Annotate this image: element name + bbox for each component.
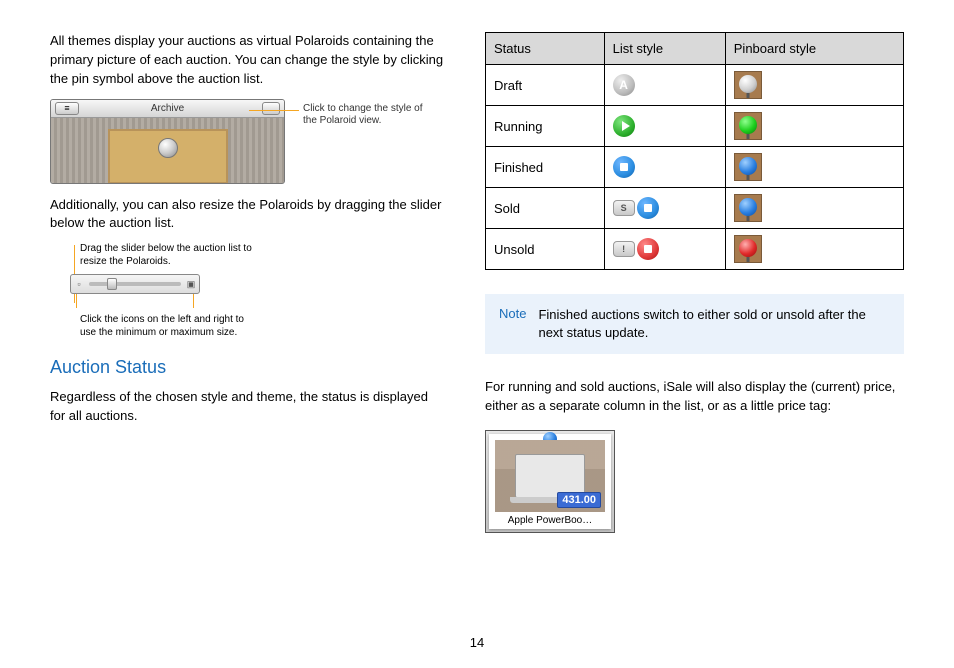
resize-slider-figure: ▫ ▣ xyxy=(70,274,200,294)
status-table: Status List style Pinboard style Draft A… xyxy=(485,32,904,270)
toolbar-back-button: ≡ xyxy=(55,102,79,115)
pin-icon-finished xyxy=(725,147,903,188)
status-label-finished: Finished xyxy=(486,147,605,188)
pin-icon-draft xyxy=(725,65,903,106)
status-label-running: Running xyxy=(486,106,605,147)
status-label-sold: Sold xyxy=(486,188,605,229)
note-text: Finished auctions switch to either sold … xyxy=(538,306,890,342)
intro-paragraph: All themes display your auctions as virt… xyxy=(50,32,445,89)
pin-icon-unsold xyxy=(725,229,903,270)
th-list-style: List style xyxy=(604,33,725,65)
status-label-unsold: Unsold xyxy=(486,229,605,270)
callout-style-change: Click to change the style of the Polaroi… xyxy=(303,103,433,128)
list-icon-unsold: ! xyxy=(604,229,725,270)
pin-icon-sold xyxy=(725,188,903,229)
th-status: Status xyxy=(486,33,605,65)
slider-track xyxy=(89,282,181,286)
stop-icon xyxy=(644,204,652,212)
pin-knob-icon xyxy=(158,138,178,158)
play-icon xyxy=(622,121,630,131)
table-row: Sold S xyxy=(486,188,904,229)
dollar-badge-icon: S xyxy=(613,200,635,216)
table-row: Running xyxy=(486,106,904,147)
slider-max-icon: ▣ xyxy=(183,275,199,293)
archive-toolbar-figure: ≡ Archive xyxy=(50,99,285,184)
callout-drag-slider: Drag the slider below the auction list t… xyxy=(80,243,280,268)
note-label: Note xyxy=(499,306,526,342)
toolbar-style-button xyxy=(262,102,280,115)
page-number: 14 xyxy=(470,635,484,650)
table-row: Unsold ! xyxy=(486,229,904,270)
list-icon-finished xyxy=(604,147,725,188)
callout-min-max: Click the icons on the left and right to… xyxy=(80,314,260,339)
table-header-row: Status List style Pinboard style xyxy=(486,33,904,65)
stop-icon xyxy=(644,245,652,253)
slider-thumb xyxy=(107,278,117,290)
list-icon-draft: A xyxy=(604,65,725,106)
list-icon-sold: S xyxy=(604,188,725,229)
list-icon-running xyxy=(604,106,725,147)
polaroid-caption: Apple PowerBoo… xyxy=(495,512,605,527)
resize-paragraph: Additionally, you can also resize the Po… xyxy=(50,196,445,234)
letter-a-icon: A xyxy=(619,78,628,92)
pin-icon-running xyxy=(725,106,903,147)
toolbar-title: Archive xyxy=(151,103,184,114)
price-paragraph: For running and sold auctions, iSale wil… xyxy=(485,378,904,416)
status-label-draft: Draft xyxy=(486,65,605,106)
note-box: Note Finished auctions switch to either … xyxy=(485,294,904,354)
stop-icon xyxy=(620,163,628,171)
exclaim-badge-icon: ! xyxy=(613,241,635,257)
price-polaroid-figure: 431.00 Apple PowerBoo… xyxy=(485,430,615,533)
price-tag: 431.00 xyxy=(557,492,601,508)
slider-min-icon: ▫ xyxy=(71,275,87,293)
table-row: Finished xyxy=(486,147,904,188)
section-heading-auction-status: Auction Status xyxy=(50,357,445,378)
polaroid-image: 431.00 xyxy=(495,440,605,512)
status-intro-paragraph: Regardless of the chosen style and theme… xyxy=(50,388,445,426)
figure-toolbar: ≡ Archive xyxy=(51,100,284,118)
table-row: Draft A xyxy=(486,65,904,106)
th-pinboard-style: Pinboard style xyxy=(725,33,903,65)
figure-background xyxy=(51,118,284,183)
